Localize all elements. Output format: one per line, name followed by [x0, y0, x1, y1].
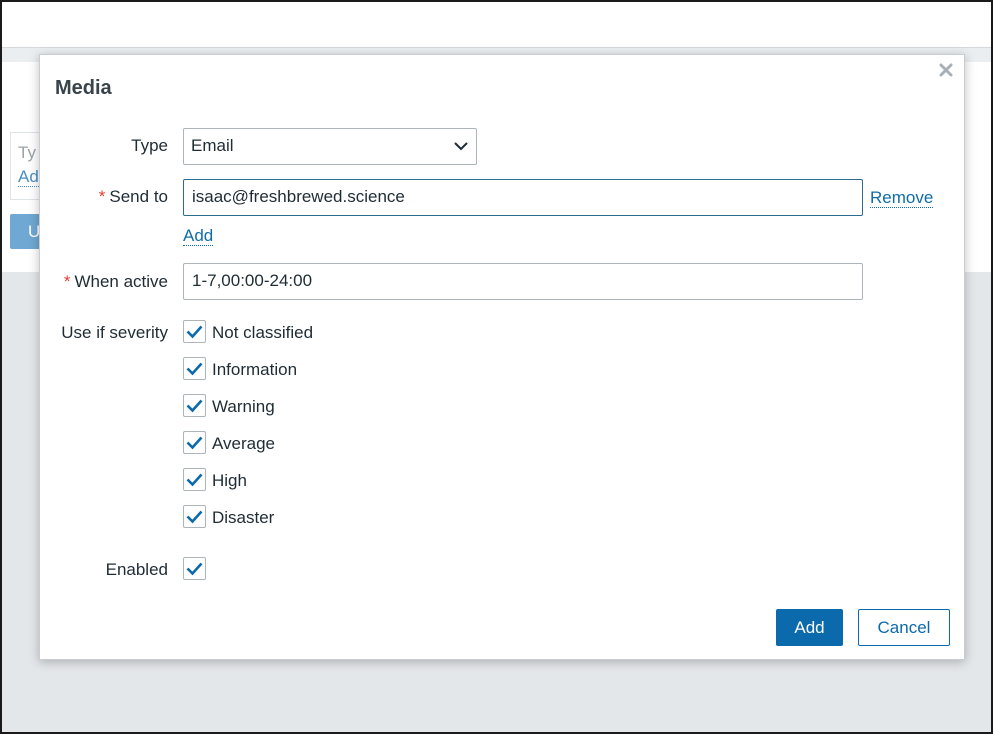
required-mark: * — [98, 187, 106, 206]
check-icon — [186, 562, 203, 576]
send-to-input[interactable]: isaac@freshbrewed.science — [183, 179, 863, 216]
checkbox-information[interactable] — [183, 357, 206, 380]
check-icon — [186, 510, 203, 524]
dialog-title: Media — [55, 77, 112, 99]
type-select-value: Email — [191, 136, 234, 155]
checkbox-enabled[interactable] — [183, 557, 206, 580]
checkbox-disaster[interactable] — [183, 505, 206, 528]
close-icon[interactable] — [937, 61, 955, 79]
check-icon — [186, 399, 203, 413]
enabled-label: Enabled — [105, 560, 168, 579]
check-icon — [186, 473, 203, 487]
checkbox-label-high: High — [212, 471, 247, 490]
check-icon — [186, 436, 203, 450]
checkbox-label-not-classified: Not classified — [212, 323, 314, 342]
chevron-down-icon — [454, 142, 468, 151]
checkbox-not-classified[interactable] — [183, 320, 206, 343]
checkbox-warning[interactable] — [183, 394, 206, 417]
when-active-input[interactable]: 1-7,00:00-24:00 — [183, 263, 863, 300]
checkbox-label-average: Average — [212, 434, 276, 453]
checkbox-average[interactable] — [183, 431, 206, 454]
type-select[interactable]: Email — [183, 128, 477, 165]
add-send-to-link[interactable]: Add — [183, 226, 214, 246]
checkbox-label-information: Information — [212, 360, 298, 379]
when-active-value: 1-7,00:00-24:00 — [192, 271, 313, 290]
background-type-label: Ty — [18, 143, 36, 162]
check-icon — [186, 325, 203, 339]
screen-frame: Ty Ad U Media Type Email * Send to isaac@… — [0, 0, 993, 734]
checkbox-label-disaster: Disaster — [212, 508, 275, 527]
checkbox-high[interactable] — [183, 468, 206, 491]
media-dialog: Media Type Email * Send to isaac@freshbre… — [39, 54, 965, 660]
send-to-label: * Send to — [98, 187, 168, 206]
background-header — [2, 2, 991, 48]
background-add-link: Ad — [18, 167, 39, 187]
add-button[interactable]: Add — [776, 609, 843, 646]
severity-label: Use if severity — [61, 323, 168, 342]
cancel-button[interactable]: Cancel — [858, 609, 950, 646]
checkbox-label-warning: Warning — [212, 397, 275, 416]
check-icon — [186, 362, 203, 376]
send-to-value: isaac@freshbrewed.science — [192, 187, 405, 206]
when-active-label: * When active — [63, 272, 168, 291]
required-mark: * — [63, 272, 71, 291]
type-label: Type — [131, 136, 168, 155]
remove-link[interactable]: Remove — [870, 188, 934, 208]
